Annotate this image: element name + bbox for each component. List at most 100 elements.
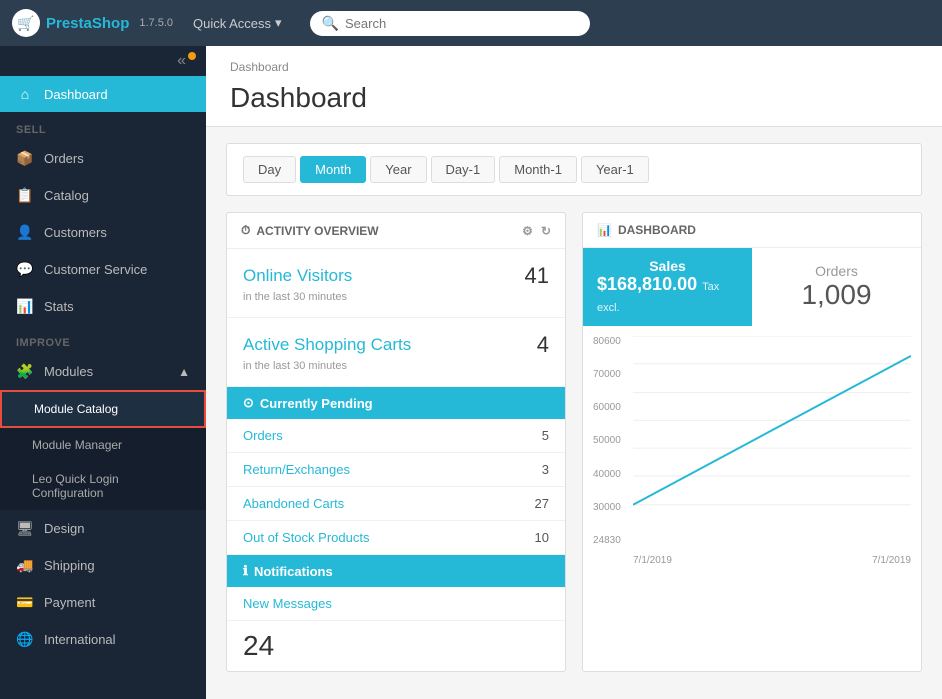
quick-access-button[interactable]: Quick Access ▾ bbox=[185, 11, 290, 35]
sidebar-item-module-manager[interactable]: Module Manager bbox=[0, 428, 206, 462]
activity-settings-icon[interactable]: ⚙ bbox=[522, 224, 533, 238]
dashboard-icon: ⌂ bbox=[16, 86, 34, 102]
chart-area: 80600 70000 60000 50000 40000 30000 2483… bbox=[583, 326, 921, 576]
page-title: Dashboard bbox=[230, 78, 918, 126]
modules-icon: 🧩 bbox=[16, 363, 34, 380]
sidebar-item-stats[interactable]: 📊 Stats bbox=[0, 288, 206, 325]
date-btn-month[interactable]: Month bbox=[300, 156, 366, 183]
notifications-label: Notifications bbox=[254, 564, 333, 579]
orders-box: Orders 1,009 bbox=[752, 248, 921, 326]
pending-abandoned-label: Abandoned Carts bbox=[243, 496, 344, 511]
active-carts-sub: in the last 30 minutes bbox=[243, 360, 549, 372]
sidebar-item-module-catalog[interactable]: Module Catalog bbox=[0, 390, 206, 428]
chart-y-axis: 80600 70000 60000 50000 40000 30000 2483… bbox=[593, 336, 621, 546]
international-icon: 🌐 bbox=[16, 631, 34, 648]
activity-refresh-icon[interactable]: ↻ bbox=[541, 224, 551, 238]
date-btn-year[interactable]: Year bbox=[370, 156, 426, 183]
sidebar-section-improve: IMPROVE bbox=[0, 325, 206, 353]
notifications-header: ℹ Notifications bbox=[227, 555, 565, 587]
y-label-2: 60000 bbox=[593, 402, 621, 413]
date-btn-month-1[interactable]: Month-1 bbox=[499, 156, 577, 183]
modules-submenu: Module Catalog Module Manager Leo Quick … bbox=[0, 390, 206, 510]
new-messages-link[interactable]: New Messages bbox=[227, 587, 565, 621]
y-label-4: 40000 bbox=[593, 469, 621, 480]
sidebar-item-leo-quick-login[interactable]: Leo Quick Login Configuration bbox=[0, 462, 206, 510]
orders-label: Orders bbox=[815, 263, 858, 279]
chart-x-labels: 7/1/2019 7/1/2019 bbox=[633, 555, 911, 566]
design-icon: 🖥 bbox=[16, 520, 34, 537]
y-label-3: 50000 bbox=[593, 435, 621, 446]
pending-abandoned-value: 27 bbox=[535, 496, 549, 511]
online-visitors-label[interactable]: Online Visitors bbox=[243, 266, 352, 286]
pending-out-of-stock-row[interactable]: Out of Stock Products 10 bbox=[227, 521, 565, 555]
active-carts-stat: Active Shopping Carts 4 in the last 30 m… bbox=[227, 318, 565, 387]
date-btn-day[interactable]: Day bbox=[243, 156, 296, 183]
messages-count: 24 bbox=[227, 621, 565, 671]
active-carts-label[interactable]: Active Shopping Carts bbox=[243, 335, 411, 355]
sales-orders-row: Sales $168,810.00 Tax excl. Orders 1,009 bbox=[583, 248, 921, 326]
notifications-icon: ℹ bbox=[243, 563, 248, 579]
sidebar-item-orders[interactable]: 📦 Orders bbox=[0, 140, 206, 177]
dashboard-panel-header: 📊 DASHBOARD bbox=[583, 213, 921, 248]
y-label-0: 80600 bbox=[593, 336, 621, 347]
activity-overview-card: ⏱ ACTIVITY OVERVIEW ⚙ ↻ Online Visitors … bbox=[226, 212, 566, 672]
payment-icon: 💳 bbox=[16, 594, 34, 611]
pending-orders-value: 5 bbox=[542, 428, 549, 443]
pending-orders-label: Orders bbox=[243, 428, 283, 443]
main-header: Dashboard Dashboard bbox=[206, 46, 942, 127]
sidebar-item-modules[interactable]: 🧩 Modules ▲ bbox=[0, 353, 206, 390]
customer-service-icon: 💬 bbox=[16, 261, 34, 278]
catalog-icon: 📋 bbox=[16, 187, 34, 204]
sidebar-item-customers[interactable]: 👤 Customers bbox=[0, 214, 206, 251]
active-carts-value: 4 bbox=[537, 332, 549, 358]
stats-icon: 📊 bbox=[16, 298, 34, 315]
currently-pending-header: ⊙ Currently Pending bbox=[227, 387, 565, 419]
sales-value: $168,810.00 Tax excl. bbox=[597, 274, 738, 316]
y-label-1: 70000 bbox=[593, 369, 621, 380]
shipping-icon: 🚚 bbox=[16, 557, 34, 574]
date-filter-bar: Day Month Year Day-1 Month-1 Year-1 bbox=[226, 143, 922, 196]
y-label-5: 30000 bbox=[593, 502, 621, 513]
customers-icon: 👤 bbox=[16, 224, 34, 241]
dashboard-panel-card: 📊 DASHBOARD Sales $168,810.00 Tax excl. bbox=[582, 212, 922, 672]
pending-out-of-stock-label: Out of Stock Products bbox=[243, 530, 369, 545]
search-input[interactable] bbox=[345, 16, 578, 31]
sidebar-section-sell: SELL bbox=[0, 112, 206, 140]
online-visitors-sub: in the last 30 minutes bbox=[243, 291, 549, 303]
sidebar-item-catalog[interactable]: 📋 Catalog bbox=[0, 177, 206, 214]
sidebar-item-dashboard[interactable]: ⌂ Dashboard bbox=[0, 76, 206, 112]
sidebar-item-customer-service[interactable]: 💬 Customer Service bbox=[0, 251, 206, 288]
top-navigation: 🛒 PrestaShop 1.7.5.0 Quick Access ▾ 🔍 bbox=[0, 0, 942, 46]
pending-returns-label: Return/Exchanges bbox=[243, 462, 350, 477]
activity-header-actions: ⚙ ↻ bbox=[522, 224, 551, 238]
sidebar-item-shipping[interactable]: 🚚 Shipping bbox=[0, 547, 206, 584]
main-content: Dashboard Dashboard Day Month Year Day-1… bbox=[206, 46, 942, 699]
date-btn-year-1[interactable]: Year-1 bbox=[581, 156, 649, 183]
pending-orders-row[interactable]: Orders 5 bbox=[227, 419, 565, 453]
activity-overview-header: ⏱ ACTIVITY OVERVIEW ⚙ ↻ bbox=[227, 213, 565, 249]
pending-returns-value: 3 bbox=[542, 462, 549, 477]
breadcrumb: Dashboard bbox=[230, 56, 918, 78]
online-visitors-value: 41 bbox=[525, 263, 549, 289]
sidebar-item-design[interactable]: 🖥 Design bbox=[0, 510, 206, 547]
pending-returns-row[interactable]: Return/Exchanges 3 bbox=[227, 453, 565, 487]
sidebar-collapse-button[interactable]: « bbox=[0, 46, 206, 76]
dashboard-panel-title: DASHBOARD bbox=[618, 223, 696, 237]
orders-value: 1,009 bbox=[801, 279, 871, 311]
date-btn-day-1[interactable]: Day-1 bbox=[431, 156, 496, 183]
x-label-end: 7/1/2019 bbox=[872, 555, 911, 566]
logo-area: 🛒 PrestaShop 1.7.5.0 bbox=[12, 9, 173, 37]
chart-svg bbox=[633, 336, 911, 535]
search-bar: 🔍 bbox=[310, 11, 590, 36]
x-label-start: 7/1/2019 bbox=[633, 555, 672, 566]
modules-expand-arrow: ▲ bbox=[178, 365, 190, 379]
dashboard-chart-icon: 📊 bbox=[597, 223, 612, 237]
currently-pending-label: Currently Pending bbox=[260, 396, 373, 411]
logo-icon: 🛒 bbox=[12, 9, 40, 37]
logo-version: 1.7.5.0 bbox=[139, 17, 173, 29]
pending-abandoned-row[interactable]: Abandoned Carts 27 bbox=[227, 487, 565, 521]
sales-label: Sales bbox=[649, 258, 686, 274]
sidebar-item-international[interactable]: 🌐 International bbox=[0, 621, 206, 658]
sidebar: « ⌂ Dashboard SELL 📦 Orders 📋 Catalog 👤 … bbox=[0, 46, 206, 699]
sidebar-item-payment[interactable]: 💳 Payment bbox=[0, 584, 206, 621]
